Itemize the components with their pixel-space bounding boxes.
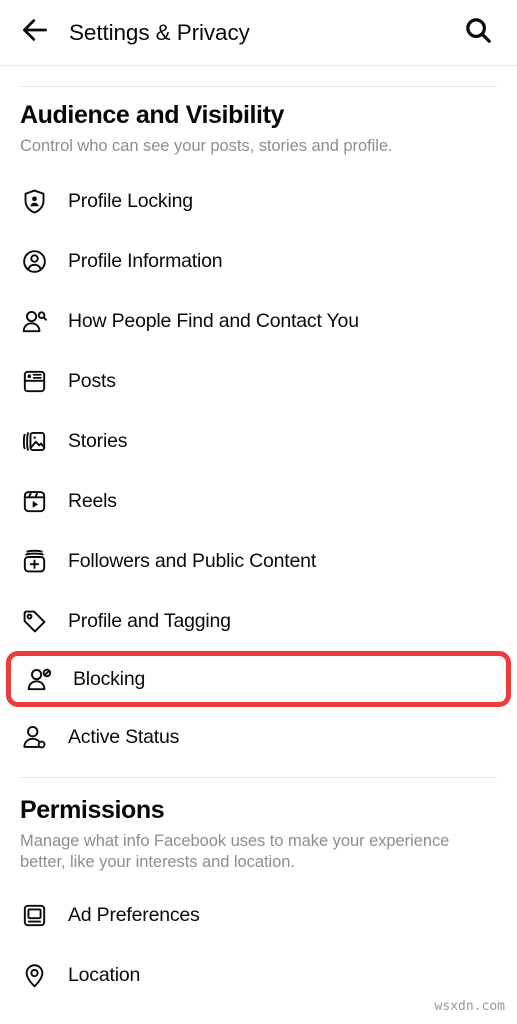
list-item-reels[interactable]: Reels [0,471,517,531]
list-item-label: Blocking [73,667,146,690]
reels-play-icon [20,487,48,515]
list-item-profile-locking[interactable]: Profile Locking [0,171,517,231]
section-description: Control who can see your posts, stories … [20,136,393,155]
list-item-active-status[interactable]: Active Status [0,707,517,767]
back-button[interactable] [18,16,52,50]
search-icon [463,15,493,50]
section-title: Audience and Visibility [20,101,285,129]
section-description: Manage what info Facebook uses to make y… [20,831,450,872]
list-item-label: Profile Information [68,249,223,272]
person-circle-icon [20,247,48,275]
list-item-profile-information[interactable]: Profile Information [0,231,517,291]
person-block-icon [25,665,53,693]
list-item-how-people-find-and-contact-you[interactable]: How People Find and Contact You [0,291,517,351]
list-item-stories[interactable]: Stories [0,411,517,471]
list-item-label: Posts [68,369,116,392]
list-item-label: Profile and Tagging [68,609,231,632]
app-header: Settings & Privacy [0,0,517,65]
person-active-dot-icon [20,723,48,751]
list-item-location[interactable]: Location [0,946,517,1006]
list-item-label: Active Status [68,725,180,748]
list-item-ad-preferences[interactable]: Ad Preferences [0,886,517,946]
section-audience-and-visibility-header: Audience and Visibility Control who can … [0,101,517,157]
followers-plus-icon [20,547,48,575]
audience-and-visibility-list: Profile Locking Profile Information How … [0,171,517,767]
list-item-posts[interactable]: Posts [0,351,517,411]
list-item-label: Followers and Public Content [68,549,317,572]
list-item-label: Ad Preferences [68,904,200,927]
list-item-followers-and-public-content[interactable]: Followers and Public Content [0,531,517,591]
ad-preferences-monitor-icon [20,902,48,930]
posts-icon [20,367,48,395]
search-button[interactable] [461,16,495,50]
settings-privacy-screen: Settings & Privacy Audience and Visibili… [0,0,517,1024]
section-permissions-header: Permissions Manage what info Facebook us… [0,796,517,874]
permissions-list: Ad Preferences Location [0,886,517,1006]
list-item-label: Reels [68,489,117,512]
shield-person-icon [20,187,48,215]
watermark: wsxdn.com [434,999,505,1014]
location-pin-icon [20,962,48,990]
person-search-icon [20,307,48,335]
tag-icon [20,607,48,635]
arrow-left-icon [20,15,50,50]
section-title: Permissions [20,796,165,825]
stories-photo-stack-icon [20,427,48,455]
page-title: Settings & Privacy [69,19,250,45]
list-item-label: How People Find and Contact You [68,309,359,332]
list-item-profile-and-tagging[interactable]: Profile and Tagging [0,591,517,651]
list-item-label: Profile Locking [68,189,193,212]
list-item-blocking[interactable]: Blocking [6,651,511,708]
list-item-label: Stories [68,429,128,452]
list-item-label: Location [68,964,141,987]
